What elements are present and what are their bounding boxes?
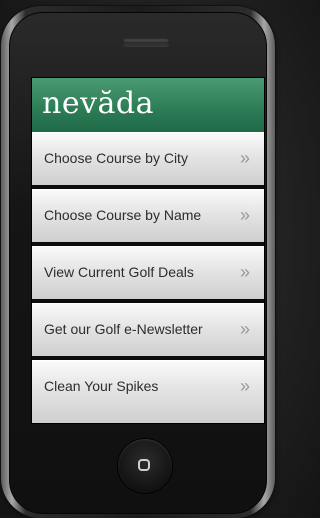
chevron-right-icon: » <box>239 376 250 396</box>
app-header: nevăda <box>32 78 264 132</box>
chevron-right-icon: » <box>239 262 250 282</box>
chevron-right-icon: » <box>239 319 250 339</box>
home-square-icon <box>138 459 150 471</box>
home-button[interactable] <box>118 439 172 493</box>
menu-item-label: Choose Course by City <box>44 150 188 166</box>
earpiece-speaker <box>122 38 170 46</box>
menu-item-clean-spikes[interactable]: Clean Your Spikes » <box>32 360 264 423</box>
chevron-right-icon: » <box>239 148 250 168</box>
menu-item-label: Choose Course by Name <box>44 207 202 223</box>
menu-item-course-by-name[interactable]: Choose Course by Name » <box>32 189 264 242</box>
brand-logo: nevăda <box>42 86 154 121</box>
menu-item-label: View Current Golf Deals <box>44 264 194 280</box>
app-screen: nevăda Choose Course by City » Choose Co… <box>31 77 265 424</box>
chevron-right-icon: » <box>239 205 250 225</box>
menu-item-label: Clean Your Spikes <box>44 378 159 394</box>
menu-item-newsletter[interactable]: Get our Golf e-Newsletter » <box>32 303 264 356</box>
menu-item-course-by-city[interactable]: Choose Course by City » <box>32 132 264 185</box>
menu-item-golf-deals[interactable]: View Current Golf Deals » <box>32 246 264 299</box>
menu-item-label: Get our Golf e-Newsletter <box>44 321 203 337</box>
